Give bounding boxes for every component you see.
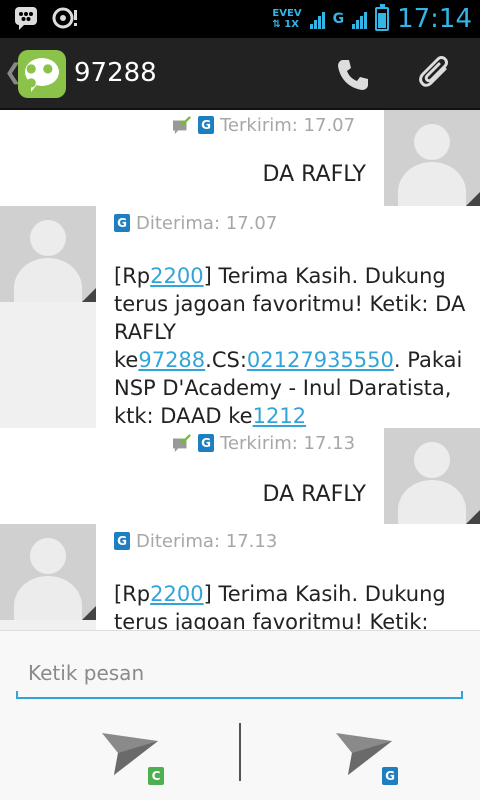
avatar[interactable] xyxy=(0,524,96,620)
received-bubble[interactable]: G Diterima: 17.07 [Rp2200] Terima Kasih.… xyxy=(96,206,480,428)
send-cdma-button[interactable]: C xyxy=(100,731,190,791)
signal-bars-2-icon xyxy=(352,9,368,29)
sent-check-icon xyxy=(173,116,191,134)
sim-c-badge: C xyxy=(148,767,164,785)
avatar[interactable] xyxy=(384,110,480,206)
avatar[interactable] xyxy=(0,206,96,302)
message-text: [Rp2200] Terima Kasih. Dukung terus jago… xyxy=(114,582,446,630)
battery-icon xyxy=(375,4,390,31)
list-item[interactable]: G Terkirim: 17.07 DA RAFLY xyxy=(0,110,480,206)
message-meta: G Terkirim: 17.07 xyxy=(172,112,355,138)
network-bottom-row: ⇅ 1X xyxy=(272,19,299,30)
signal-bars-1-icon xyxy=(309,9,325,29)
g-badge: G xyxy=(114,532,130,550)
sim-g-badge: G xyxy=(382,767,398,785)
g-badge: G xyxy=(114,214,130,232)
battery-fill xyxy=(378,13,387,28)
g-badge: G xyxy=(198,116,214,134)
network-bottom-label: 1X xyxy=(284,19,299,30)
conversation-list[interactable]: G Terkirim: 17.07 DA RAFLY G Diterima: 1… xyxy=(0,110,480,630)
message-text: DA RAFLY xyxy=(262,162,366,187)
message-meta: G Diterima: 17.13 xyxy=(114,528,466,554)
message-status: Terkirim: 17.07 xyxy=(220,114,356,136)
message-input-wrap xyxy=(16,645,463,699)
compose-area: C G xyxy=(0,630,480,800)
message-meta: G Diterima: 17.07 xyxy=(114,210,466,236)
sent-check-icon xyxy=(173,434,191,452)
network-top-label: EVEV xyxy=(272,8,302,19)
message-text: DA RAFLY xyxy=(262,482,366,507)
link-cs-phone[interactable]: 02127935550 xyxy=(247,348,394,372)
g-badge: G xyxy=(198,434,214,452)
link-price[interactable]: 2200 xyxy=(150,582,203,606)
avatar[interactable] xyxy=(384,428,480,524)
message-status: Diterima: 17.07 xyxy=(136,212,278,234)
status-right: EVEV ⇅ 1X G 17:14 xyxy=(272,4,472,34)
attach-button[interactable] xyxy=(414,52,460,98)
network-type: EVEV ⇅ 1X xyxy=(272,8,301,30)
sent-bubble[interactable]: G Terkirim: 17.07 DA RAFLY xyxy=(0,110,384,206)
message-status: Terkirim: 17.13 xyxy=(220,432,356,454)
network-g-label: G xyxy=(332,11,345,27)
list-item[interactable]: G Diterima: 17.07 [Rp2200] Terima Kasih.… xyxy=(0,206,480,428)
message-meta: G Terkirim: 17.13 xyxy=(172,430,355,456)
list-item[interactable]: G Terkirim: 17.13 DA RAFLY xyxy=(0,428,480,524)
bbm-notification-icon xyxy=(15,7,37,30)
send-divider xyxy=(239,723,241,781)
sent-bubble[interactable]: G Terkirim: 17.13 DA RAFLY xyxy=(0,428,384,524)
message-input[interactable] xyxy=(28,655,448,691)
call-button[interactable] xyxy=(330,52,376,98)
status-bar: EVEV ⇅ 1X G 17:14 xyxy=(0,0,480,38)
list-item[interactable]: G Diterima: 17.13 [Rp2200] Terima Kasih.… xyxy=(0,524,480,630)
message-status: Diterima: 17.13 xyxy=(136,530,278,552)
messaging-app-icon[interactable]: ● ● ● xyxy=(18,50,66,98)
link-nsp-code[interactable]: 1212 xyxy=(253,404,306,428)
notification-icons xyxy=(14,6,80,30)
action-bar: ❮ ● ● ● 97288 xyxy=(0,38,480,110)
link-price[interactable]: 2200 xyxy=(150,264,203,288)
clock: 17:14 xyxy=(397,4,472,34)
send-gsm-button[interactable]: G xyxy=(334,731,424,791)
disc-sync-icon xyxy=(52,7,77,29)
phone-icon xyxy=(338,60,368,90)
received-bubble[interactable]: G Diterima: 17.13 [Rp2200] Terima Kasih.… xyxy=(96,524,480,630)
message-text: [Rp2200] Terima Kasih. Dukung terus jago… xyxy=(114,264,466,428)
conversation-title[interactable]: 97288 xyxy=(74,58,157,88)
attachment-icon xyxy=(419,56,448,87)
link-shortcode[interactable]: 97288 xyxy=(138,348,205,372)
